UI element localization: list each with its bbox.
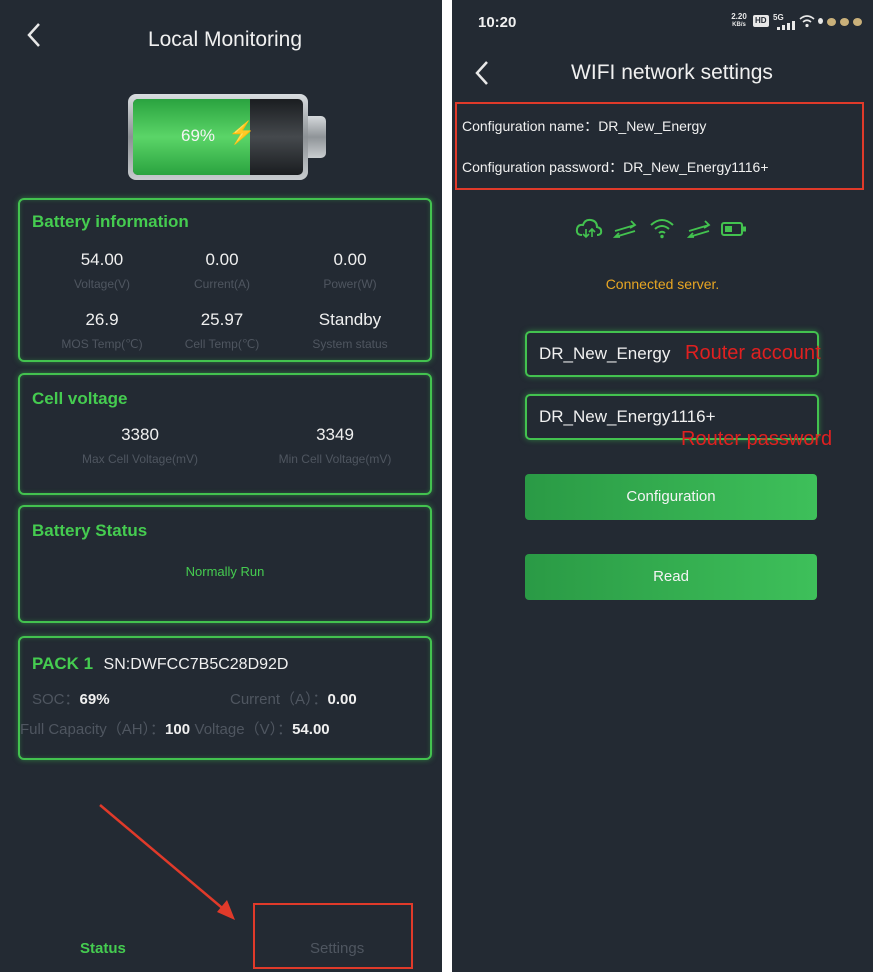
wifi-settings-screen: 10:20 2.20 KB/s HD 5G WIFI network setti… bbox=[452, 0, 873, 972]
net-speed-value: 2.20 bbox=[731, 12, 747, 21]
soc-value: 69% bbox=[79, 691, 110, 708]
pack-voltage-value: 54.00 bbox=[292, 721, 330, 738]
router-password-annotation: Router password bbox=[681, 428, 833, 450]
cloud-sync-icon bbox=[575, 218, 603, 239]
pack-sn: SN:DWFCC7B5C28D92D bbox=[103, 656, 289, 673]
battery-percent: 69% bbox=[181, 126, 216, 145]
voltage-label: Voltage(V) bbox=[73, 277, 131, 291]
max-cell-voltage-label: Max Cell Voltage(mV) bbox=[81, 452, 199, 466]
router-account-annotation: Router account bbox=[685, 342, 821, 364]
configuration-button[interactable]: Configuration bbox=[525, 474, 817, 520]
hd-badge: HD bbox=[753, 15, 769, 27]
mos-temp-value: 26.9 bbox=[85, 310, 119, 329]
pack-current-label: Current（A）： bbox=[230, 691, 328, 708]
local-monitoring-screen: Local Monitoring 69% ⚡ Battery informati… bbox=[0, 0, 442, 972]
max-cell-voltage-value: 3380 bbox=[121, 425, 159, 444]
config-name-value: DR_New_Energy bbox=[598, 118, 707, 134]
power-value: 0.00 bbox=[333, 250, 367, 269]
battery-gauge: 69% ⚡ bbox=[128, 94, 326, 180]
config-password-value: DR_New_Energy1116+ bbox=[623, 159, 769, 175]
min-cell-voltage-value: 3349 bbox=[316, 425, 354, 444]
net-speed: 2.20 KB/s bbox=[728, 13, 750, 29]
current-label: Current(A) bbox=[193, 277, 250, 291]
card-title: Battery information bbox=[32, 212, 189, 231]
cell-temp-value: 25.97 bbox=[200, 310, 244, 329]
card-title: Battery Status bbox=[32, 521, 148, 540]
pack-name: PACK 1 bbox=[32, 654, 94, 673]
current-row: Current（A）：0.00 bbox=[230, 688, 357, 709]
wifi-status-icon bbox=[799, 15, 815, 28]
power-label: Power(W) bbox=[323, 277, 377, 291]
router-account-value: DR_New_Energy bbox=[539, 344, 671, 363]
cell-voltage-card: Cell voltage 3380 Max Cell Voltage(mV) 3… bbox=[18, 373, 432, 495]
settings-highlight-box bbox=[253, 903, 413, 969]
voltage-value: 54.00 bbox=[80, 250, 124, 269]
battery-information-card: Battery information 54.00 Voltage(V) 0.0… bbox=[18, 198, 432, 362]
router-password-value: DR_New_Energy1116+ bbox=[539, 407, 716, 426]
pack-card: PACK 1 SN:DWFCC7B5C28D92D SOC：69% Curren… bbox=[18, 636, 432, 760]
cell-temp-label: Cell Temp(℃) bbox=[184, 337, 260, 351]
battery-icon bbox=[721, 222, 746, 236]
connection-status-text: Connected server. bbox=[605, 276, 720, 292]
system-status-value: Standby bbox=[318, 310, 382, 329]
card-title: Cell voltage bbox=[32, 389, 128, 408]
config-name-label: Configuration name： bbox=[462, 118, 599, 134]
capacity-row: Full Capacity（AH）：100 Voltage（V）：54.00 bbox=[20, 718, 330, 739]
mos-temp-label: MOS Temp(℃) bbox=[61, 337, 143, 351]
tab-status[interactable]: Status bbox=[80, 940, 126, 957]
battery-status-card: Battery Status Normally Run bbox=[18, 505, 432, 623]
pack-current-value: 0.00 bbox=[327, 691, 357, 708]
capacity-value: 100 bbox=[165, 721, 191, 738]
config-password-row: Configuration password：DR_New_Energy1116… bbox=[462, 157, 769, 177]
read-button[interactable]: Read bbox=[525, 554, 817, 600]
page-title: Local Monitoring bbox=[147, 28, 303, 51]
net-speed-unit: KB/s bbox=[732, 22, 746, 28]
config-password-label: Configuration password： bbox=[462, 159, 624, 175]
pack-voltage-label: Voltage（V）： bbox=[194, 721, 293, 738]
transfer-arrows-icon bbox=[687, 220, 711, 238]
config-name-row: Configuration name：DR_New_Energy bbox=[462, 116, 706, 136]
charging-bolt-icon: ⚡ bbox=[228, 120, 256, 145]
annotation-arrow-icon bbox=[99, 804, 235, 920]
pack-header: PACK 1 SN:DWFCC7B5C28D92D bbox=[32, 654, 288, 674]
min-cell-voltage-label: Min Cell Voltage(mV) bbox=[278, 452, 392, 466]
system-status-label: System status bbox=[312, 337, 388, 351]
soc-label: SOC： bbox=[32, 691, 80, 708]
page-title: WIFI network settings bbox=[571, 61, 773, 84]
capacity-label: Full Capacity（AH）： bbox=[20, 721, 166, 738]
notification-icons bbox=[818, 18, 862, 28]
status-time: 10:20 bbox=[478, 14, 517, 31]
signal-icon: 5G bbox=[773, 13, 795, 30]
connection-chain bbox=[575, 214, 795, 244]
transfer-arrows-icon bbox=[613, 220, 637, 238]
soc-row: SOC：69% bbox=[32, 688, 110, 709]
battery-status-text: Normally Run bbox=[185, 564, 265, 579]
wifi-icon bbox=[650, 219, 674, 239]
current-value: 0.00 bbox=[205, 250, 239, 269]
